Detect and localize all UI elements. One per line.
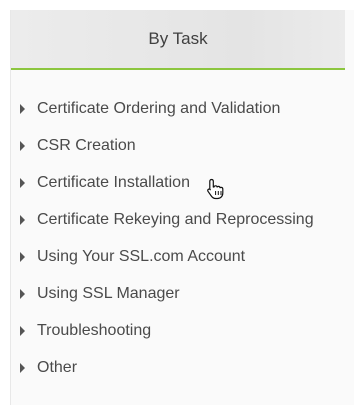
- caret-right-icon: [20, 140, 25, 151]
- task-list: Certificate Ordering and Validation CSR …: [11, 90, 345, 386]
- task-item-label: Other: [37, 358, 78, 376]
- task-item-label: Using Your SSL.com Account: [37, 247, 246, 265]
- panel-header: By Task: [11, 10, 345, 70]
- task-panel: By Task Certificate Ordering and Validat…: [10, 10, 354, 405]
- panel-title: By Task: [148, 29, 208, 48]
- task-item-label: Troubleshooting: [37, 321, 152, 339]
- caret-right-icon: [20, 251, 25, 262]
- task-item-label: Certificate Ordering and Validation: [37, 99, 281, 117]
- task-item-other[interactable]: Other: [11, 349, 345, 386]
- task-item-label: Using SSL Manager: [37, 284, 180, 302]
- caret-right-icon: [20, 362, 25, 373]
- task-item-csr-creation[interactable]: CSR Creation: [11, 127, 345, 164]
- task-item-label: CSR Creation: [37, 136, 136, 154]
- task-item-certificate-rekeying[interactable]: Certificate Rekeying and Reprocessing: [11, 201, 345, 238]
- caret-right-icon: [20, 325, 25, 336]
- task-item-label: Certificate Rekeying and Reprocessing: [37, 210, 314, 228]
- task-item-certificate-installation[interactable]: Certificate Installation: [11, 164, 345, 201]
- task-item-certificate-ordering[interactable]: Certificate Ordering and Validation: [11, 90, 345, 127]
- caret-right-icon: [20, 214, 25, 225]
- caret-right-icon: [20, 103, 25, 114]
- caret-right-icon: [20, 288, 25, 299]
- task-item-ssl-manager[interactable]: Using SSL Manager: [11, 275, 345, 312]
- task-item-troubleshooting[interactable]: Troubleshooting: [11, 312, 345, 349]
- hand-pointer-icon: [207, 178, 224, 200]
- task-item-using-account[interactable]: Using Your SSL.com Account: [11, 238, 345, 275]
- caret-right-icon: [20, 177, 25, 188]
- task-item-label: Certificate Installation: [37, 173, 190, 191]
